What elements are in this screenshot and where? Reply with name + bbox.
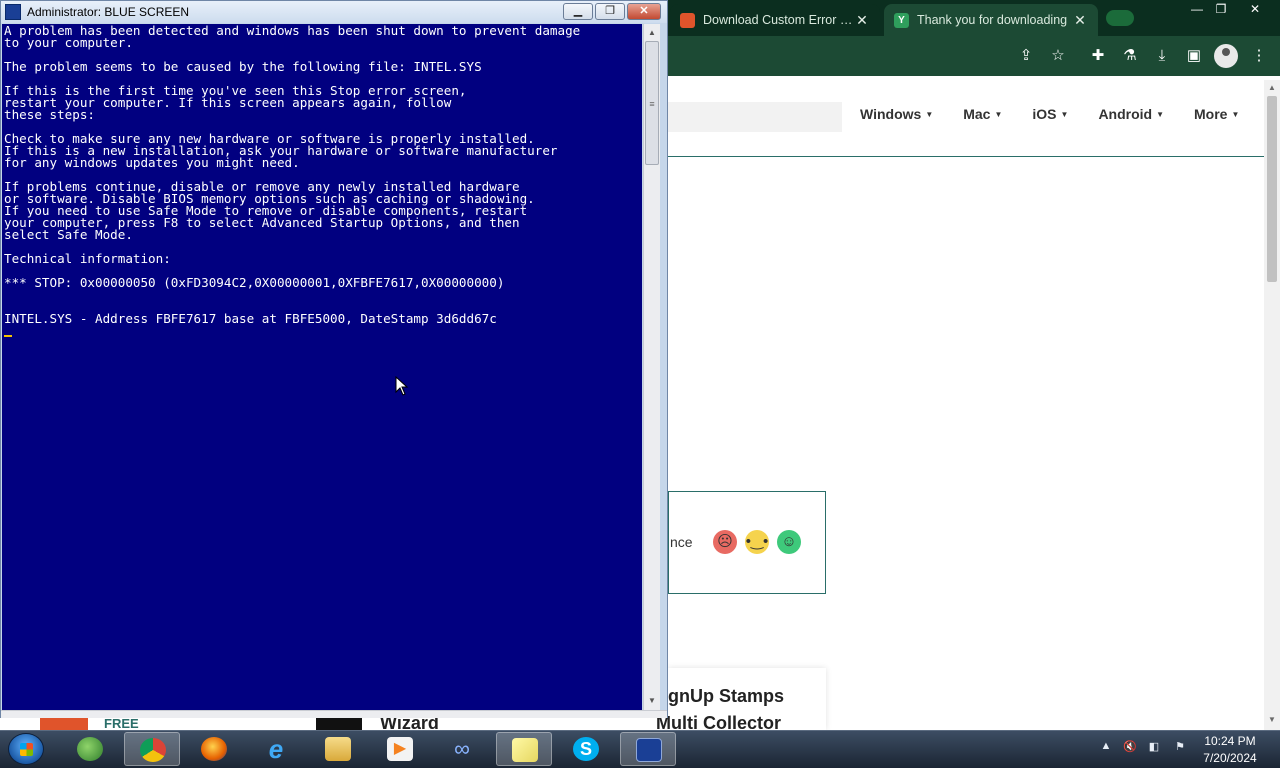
- bsod-message: A problem has been detected and windows …: [4, 24, 581, 326]
- tab-thank-you[interactable]: Y Thank you for downloading ✕: [884, 4, 1098, 36]
- network-icon[interactable]: ◧: [1146, 740, 1162, 753]
- feedback-text: nce: [670, 534, 693, 550]
- nav-item-android[interactable]: Android ▼: [1098, 106, 1164, 122]
- tab-title: Download Custom Error Ma: [703, 13, 854, 27]
- scroll-up-icon[interactable]: ▲: [1266, 82, 1278, 94]
- tab-download-custom-error[interactable]: Download Custom Error Ma ✕: [670, 4, 880, 36]
- taskbar-explorer-button[interactable]: [310, 732, 366, 766]
- taskbar-chrome-button[interactable]: [124, 732, 180, 766]
- nav-item-mac[interactable]: Mac ▼: [963, 106, 1002, 122]
- profile-avatar-icon[interactable]: [1214, 44, 1238, 68]
- media-player-icon: ▶: [387, 737, 413, 761]
- text-cursor: [4, 335, 12, 337]
- clock-date[interactable]: 7/20/2024: [1198, 751, 1262, 765]
- infinity-icon: ∞: [454, 736, 470, 761]
- messenger-icon: [77, 737, 103, 761]
- sad-face-icon[interactable]: ☹: [713, 530, 737, 554]
- internet-explorer-icon: e: [268, 734, 284, 764]
- sticky-notes-icon: [512, 738, 538, 762]
- scroll-down-icon[interactable]: ▼: [1266, 714, 1278, 726]
- scroll-down-icon[interactable]: ▼: [647, 695, 657, 707]
- chevron-down-icon: ▼: [1060, 110, 1069, 119]
- tab-close-icon[interactable]: ✕: [854, 12, 870, 29]
- download-icon[interactable]: ⤓: [1151, 45, 1173, 67]
- nav-item-more[interactable]: More ▼: [1194, 106, 1239, 122]
- start-button[interactable]: [8, 733, 44, 765]
- site-nav-menu: Windows ▼ Mac ▼ iOS ▼ Android ▼ More ▼: [860, 106, 1239, 122]
- folder-icon: [325, 737, 351, 761]
- new-tab-icon[interactable]: [1106, 10, 1134, 26]
- free-label: FREE: [104, 716, 139, 730]
- labs-icon[interactable]: ⚗: [1119, 45, 1141, 67]
- header-divider: [668, 156, 1264, 157]
- taskbar-media-player-button[interactable]: ▶: [372, 732, 428, 766]
- product-title[interactable]: gnUp Stamps: [668, 686, 828, 707]
- scroll-up-icon[interactable]: ▲: [647, 27, 657, 39]
- taskbar-console-button[interactable]: [620, 732, 676, 766]
- taskbar-skype-button[interactable]: S: [558, 732, 614, 766]
- console-app-icon[interactable]: [5, 4, 21, 20]
- taskbar-sticky-notes-button[interactable]: [496, 732, 552, 766]
- tab-title: Thank you for downloading: [917, 13, 1068, 27]
- browser-restore-button[interactable]: ❐: [1204, 0, 1238, 18]
- mouse-pointer-icon: [395, 376, 409, 396]
- firefox-icon: [201, 737, 227, 761]
- browser-close-button[interactable]: ✕: [1238, 0, 1272, 18]
- console-close-button[interactable]: ✕: [627, 3, 661, 20]
- chrome-icon: [140, 738, 166, 762]
- taskbar-infinity-button[interactable]: ∞: [434, 732, 490, 766]
- side-panel-icon[interactable]: ▣: [1183, 45, 1205, 67]
- nav-item-windows[interactable]: Windows ▼: [860, 106, 933, 122]
- product-logo: [316, 716, 362, 730]
- taskbar-ie-button[interactable]: e: [248, 732, 304, 766]
- clock-time[interactable]: 10:24 PM: [1198, 734, 1262, 748]
- happy-face-icon[interactable]: ☺: [777, 530, 801, 554]
- page-scroll-thumb[interactable]: [1267, 96, 1277, 282]
- product-logo: [40, 716, 88, 730]
- action-center-flag-icon[interactable]: ⚑: [1172, 740, 1188, 753]
- chevron-down-icon: ▼: [925, 110, 934, 119]
- taskbar-messenger-button[interactable]: [62, 732, 118, 766]
- site-favicon-icon: Y: [894, 12, 909, 28]
- share-icon[interactable]: ⇪: [1015, 45, 1037, 67]
- bookmark-star-icon[interactable]: ☆: [1047, 45, 1069, 67]
- site-favicon-icon: [680, 12, 695, 28]
- tray-expand-icon[interactable]: ▲: [1100, 740, 1112, 752]
- console-restore-button[interactable]: ❐: [595, 3, 625, 20]
- site-search-input[interactable]: [668, 102, 842, 132]
- taskbar-firefox-button[interactable]: [186, 732, 242, 766]
- chevron-down-icon: ▼: [1156, 110, 1165, 119]
- nav-item-ios[interactable]: iOS ▼: [1032, 106, 1068, 122]
- chevron-down-icon: ▼: [1231, 110, 1240, 119]
- browser-menu-icon[interactable]: ⋮: [1248, 45, 1270, 67]
- console-minimize-button[interactable]: ▁: [563, 3, 593, 20]
- chevron-down-icon: ▼: [994, 110, 1003, 119]
- console-bottom-border: [1, 710, 667, 718]
- bsod-screen[interactable]: A problem has been detected and windows …: [2, 24, 642, 710]
- neutral-face-icon[interactable]: •‿•: [745, 530, 769, 554]
- product-title-secondary[interactable]: Multi Collector: [656, 713, 781, 730]
- console-title: Administrator: BLUE SCREEN: [27, 5, 190, 19]
- volume-muted-icon[interactable]: 🔇: [1122, 740, 1138, 753]
- skype-icon: S: [573, 737, 599, 761]
- console-scroll-thumb[interactable]: ≡: [645, 41, 659, 165]
- console-app-icon: [636, 738, 662, 762]
- console-window: Administrator: BLUE SCREEN ▁ ❐ ✕ A probl…: [0, 0, 668, 718]
- tab-close-icon[interactable]: ✕: [1072, 12, 1088, 29]
- extensions-icon[interactable]: ✚: [1087, 45, 1109, 67]
